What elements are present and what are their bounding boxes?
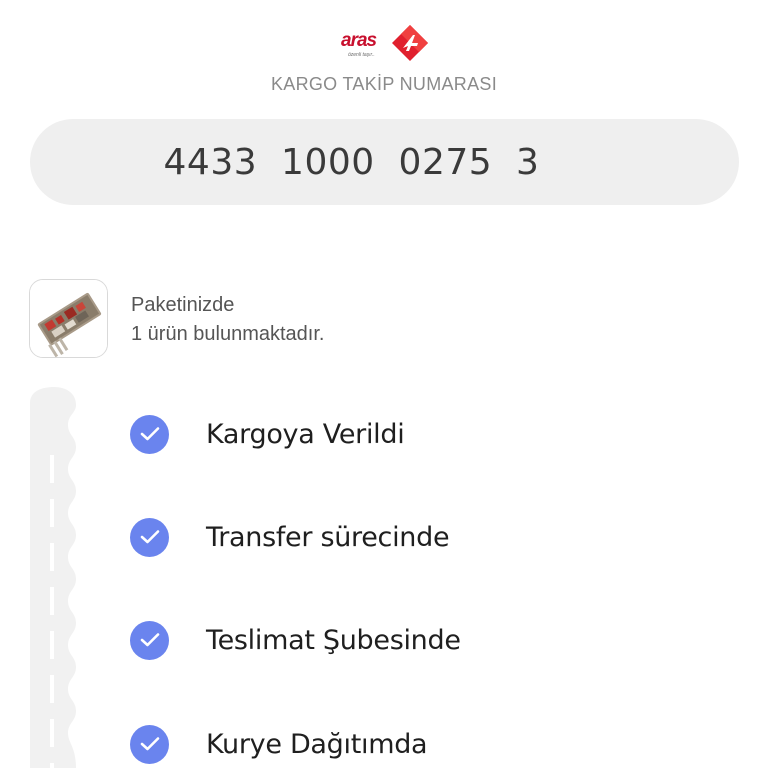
aras-logo-diamond-icon — [392, 25, 428, 61]
status-step-1: Kargoya Verildi — [130, 414, 405, 454]
status-step-4: Kurye Dağıtımda — [130, 724, 428, 764]
status-step-3: Teslimat Şubesinde — [130, 620, 461, 660]
aras-logo: aras özenli taşır.. — [339, 22, 431, 66]
check-icon — [130, 517, 169, 557]
product-thumbnail[interactable] — [29, 279, 108, 358]
check-icon — [130, 414, 169, 454]
status-label: Kurye Dağıtımda — [206, 728, 428, 760]
status-step-2: Transfer sürecinde — [130, 517, 450, 557]
status-label: Transfer sürecinde — [206, 521, 450, 553]
check-icon — [130, 620, 169, 660]
tracking-page: aras özenli taşır.. KARGO TAKİP NUMARASI… — [0, 0, 768, 768]
package-info-line1: Paketinizde — [131, 294, 235, 316]
progress-track — [30, 387, 76, 768]
package-info: Paketinizde 1 ürün bulunmaktadır. — [131, 291, 324, 349]
logo-tagline: özenli taşır.. — [348, 52, 375, 58]
tracking-number-field[interactable]: 4433 1000 0275 3 — [30, 119, 739, 205]
check-icon — [130, 724, 169, 764]
status-label: Teslimat Şubesinde — [206, 624, 461, 656]
status-label: Kargoya Verildi — [206, 418, 405, 450]
package-info-line2: 1 ürün bulunmaktadır. — [131, 323, 325, 345]
product-image — [30, 280, 107, 357]
tracking-number: 4433 1000 0275 3 — [163, 141, 540, 183]
logo-text: aras — [341, 30, 377, 51]
tracking-heading: KARGO TAKİP NUMARASI — [270, 74, 498, 94]
